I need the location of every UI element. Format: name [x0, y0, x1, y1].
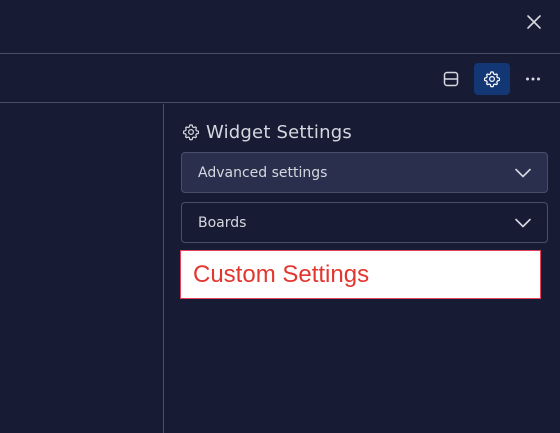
settings-panel: Widget Settings Advanced settings Boards… [165, 104, 560, 433]
more-horizontal-icon [526, 77, 540, 81]
panel-title: Widget Settings [206, 121, 352, 143]
settings-button[interactable] [474, 63, 510, 95]
gear-icon [483, 71, 501, 88]
layout-button[interactable] [433, 63, 469, 95]
section-label: Advanced settings [198, 164, 328, 181]
custom-settings-text: Custom Settings [193, 260, 370, 288]
dialog-header [0, 0, 560, 54]
boards-section[interactable]: Boards [181, 202, 548, 243]
more-options-button[interactable] [515, 63, 551, 95]
widget-toolbar [0, 55, 560, 103]
close-button[interactable] [523, 11, 545, 33]
layout-icon [443, 71, 459, 87]
section-label: Boards [198, 214, 247, 231]
close-icon [527, 15, 541, 29]
panel-header: Widget Settings [182, 119, 352, 145]
widget-preview-area [0, 104, 164, 433]
advanced-settings-section[interactable]: Advanced settings [181, 152, 548, 193]
chevron-down-icon [515, 168, 531, 177]
gear-icon [182, 124, 200, 141]
custom-settings-box: Custom Settings [180, 250, 541, 299]
chevron-down-icon [515, 218, 531, 227]
